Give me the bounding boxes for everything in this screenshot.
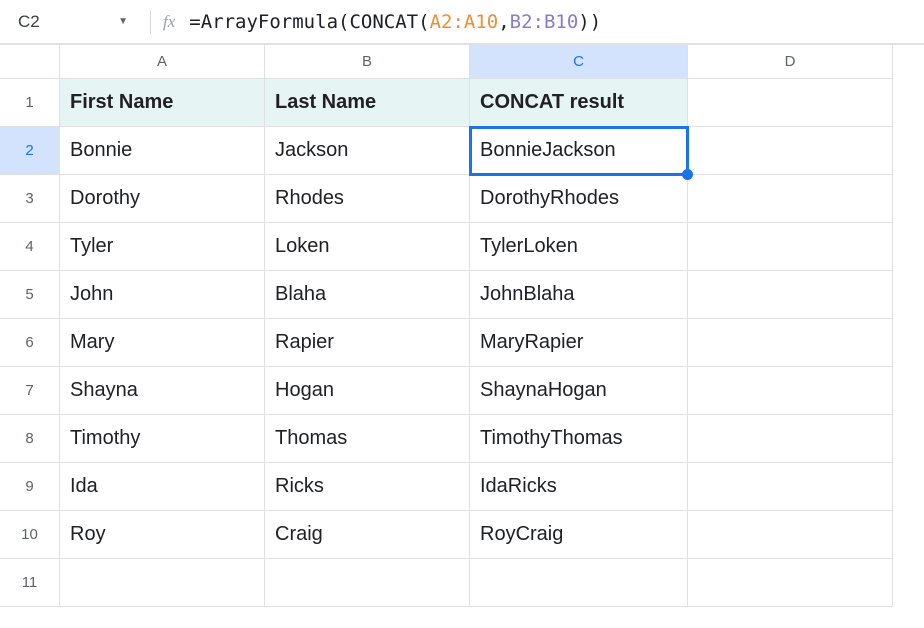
cell-B1[interactable]: Last Name [265, 79, 470, 127]
formula-input[interactable]: =ArrayFormula(CONCAT(A2:A10,B2:B10)) [189, 11, 916, 33]
cell-C6[interactable]: MaryRapier [470, 319, 688, 367]
selection-handle[interactable] [682, 169, 693, 180]
cell-C8[interactable]: TimothyThomas [470, 415, 688, 463]
cell-A3[interactable]: Dorothy [60, 175, 265, 223]
cell-A8[interactable]: Timothy [60, 415, 265, 463]
formula-ref2: B2:B10 [510, 11, 579, 33]
formula-close1: ) [590, 11, 601, 33]
cell-C4[interactable]: TylerLoken [470, 223, 688, 271]
cell-D9[interactable] [688, 463, 893, 511]
row-header-5[interactable]: 5 [0, 271, 60, 319]
cell-C2[interactable]: BonnieJackson [470, 127, 688, 175]
formula-close2: ) [578, 11, 589, 33]
row-header-2[interactable]: 2 [0, 127, 60, 175]
cell-D10[interactable] [688, 511, 893, 559]
formula-ref1: A2:A10 [430, 11, 499, 33]
row-header-1[interactable]: 1 [0, 79, 60, 127]
cell-D2[interactable] [688, 127, 893, 175]
row-header-10[interactable]: 10 [0, 511, 60, 559]
row-header-7[interactable]: 7 [0, 367, 60, 415]
cell-A6[interactable]: Mary [60, 319, 265, 367]
cell-B6[interactable]: Rapier [265, 319, 470, 367]
cell-C1[interactable]: CONCAT result [470, 79, 688, 127]
cell-C11[interactable] [470, 559, 688, 607]
cell-D3[interactable] [688, 175, 893, 223]
cell-D6[interactable] [688, 319, 893, 367]
row-header-4[interactable]: 4 [0, 223, 60, 271]
formula-eq: = [189, 11, 200, 33]
formula-fn2: CONCAT [349, 11, 418, 33]
col-header-D[interactable]: D [688, 45, 893, 79]
cell-C2-value: BonnieJackson [480, 139, 616, 162]
cell-D1[interactable] [688, 79, 893, 127]
cell-C5[interactable]: JohnBlaha [470, 271, 688, 319]
name-box-value: C2 [18, 12, 40, 32]
cell-D7[interactable] [688, 367, 893, 415]
cell-B7[interactable]: Hogan [265, 367, 470, 415]
spreadsheet-grid: A B C D 1 First Name Last Name CONCAT re… [0, 44, 924, 607]
row-header-3[interactable]: 3 [0, 175, 60, 223]
cell-B3[interactable]: Rhodes [265, 175, 470, 223]
cell-A11[interactable] [60, 559, 265, 607]
cell-A7[interactable]: Shayna [60, 367, 265, 415]
cell-D8[interactable] [688, 415, 893, 463]
cell-D5[interactable] [688, 271, 893, 319]
cell-A2[interactable]: Bonnie [60, 127, 265, 175]
cell-B10[interactable]: Craig [265, 511, 470, 559]
cell-A9[interactable]: Ida [60, 463, 265, 511]
cell-A4[interactable]: Tyler [60, 223, 265, 271]
cell-B5[interactable]: Blaha [265, 271, 470, 319]
col-header-B[interactable]: B [265, 45, 470, 79]
fx-icon: fx [163, 12, 175, 32]
formula-bar: C2 ▼ fx =ArrayFormula(CONCAT(A2:A10,B2:B… [0, 0, 924, 44]
select-all-corner[interactable] [0, 45, 60, 79]
cell-C10[interactable]: RoyCraig [470, 511, 688, 559]
cell-D4[interactable] [688, 223, 893, 271]
col-header-A[interactable]: A [60, 45, 265, 79]
row-header-8[interactable]: 8 [0, 415, 60, 463]
row-header-9[interactable]: 9 [0, 463, 60, 511]
divider [150, 10, 151, 34]
row-header-11[interactable]: 11 [0, 559, 60, 607]
row-header-6[interactable]: 6 [0, 319, 60, 367]
cell-B9[interactable]: Ricks [265, 463, 470, 511]
cell-A1[interactable]: First Name [60, 79, 265, 127]
cell-C3[interactable]: DorothyRhodes [470, 175, 688, 223]
cell-C7[interactable]: ShaynaHogan [470, 367, 688, 415]
col-header-C[interactable]: C [470, 45, 688, 79]
formula-open1: ( [338, 11, 349, 33]
formula-open2: ( [418, 11, 429, 33]
name-box[interactable]: C2 ▼ [8, 7, 138, 37]
cell-A10[interactable]: Roy [60, 511, 265, 559]
cell-B8[interactable]: Thomas [265, 415, 470, 463]
cell-C9[interactable]: IdaRicks [470, 463, 688, 511]
formula-fn1: ArrayFormula [201, 11, 338, 33]
cell-B11[interactable] [265, 559, 470, 607]
cell-B4[interactable]: Loken [265, 223, 470, 271]
chevron-down-icon[interactable]: ▼ [118, 16, 128, 27]
cell-B2[interactable]: Jackson [265, 127, 470, 175]
cell-A5[interactable]: John [60, 271, 265, 319]
cell-D11[interactable] [688, 559, 893, 607]
formula-comma: , [498, 11, 509, 33]
